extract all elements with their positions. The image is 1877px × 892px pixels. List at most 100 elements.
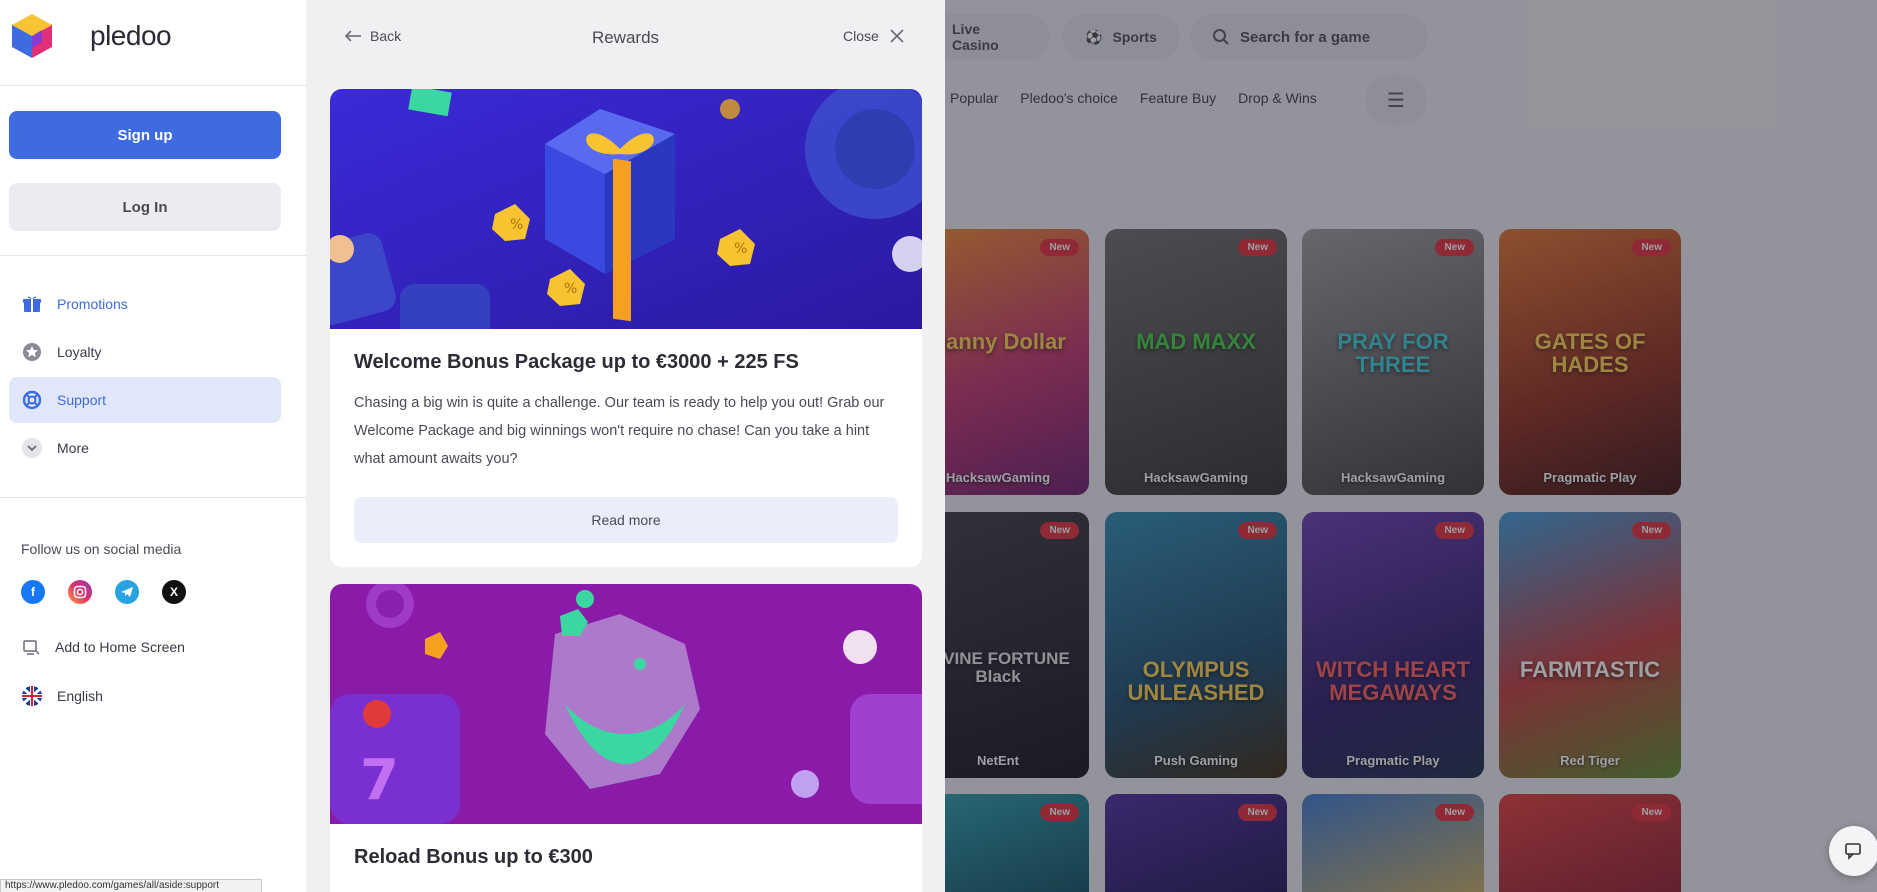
sidebar: pledoo Sign up Log In Promotions Loyalty… [0, 0, 306, 892]
facebook-icon[interactable]: f [21, 580, 45, 604]
game-provider: HacksawGaming [1340, 470, 1446, 485]
game-tile[interactable]: WITCH HEART MEGAWAYS New Pragmatic Play [1302, 512, 1484, 778]
new-badge: New [1632, 239, 1671, 256]
divider [0, 497, 306, 498]
sliders-icon: ☰ [1387, 89, 1405, 112]
rewards-panel: Back Rewards Close % % % Welcome Bonus P… [306, 0, 945, 892]
sports-label: Sports [1112, 29, 1157, 45]
search-placeholder: Search for a game [1240, 28, 1371, 46]
search-icon [1213, 29, 1229, 45]
game-provider: Pragmatic Play [1543, 470, 1637, 485]
new-badge: New [1238, 239, 1277, 256]
new-badge: New [1632, 804, 1671, 821]
add-to-home-screen-button[interactable]: Add to Home Screen [21, 637, 185, 657]
svg-text:7: 7 [360, 748, 399, 813]
game-tile[interactable]: FARMTASTIC New Red Tiger [1499, 512, 1681, 778]
chat-button[interactable] [1829, 826, 1877, 876]
svg-text:%: % [564, 281, 577, 297]
game-title: PRAY FOR THREE [1337, 329, 1449, 378]
new-badge: New [1435, 239, 1474, 256]
read-more-button[interactable]: Read more [354, 497, 898, 543]
game-provider: Red Tiger [1560, 753, 1620, 768]
game-tile[interactable]: PRAY FOR THREE New HacksawGaming [1302, 229, 1484, 495]
new-badge: New [1040, 522, 1079, 539]
new-badge: New [1238, 522, 1277, 539]
telegram-icon[interactable] [115, 580, 139, 604]
chevron-down-icon [21, 437, 43, 459]
category-drop-wins[interactable]: Drop & Wins [1238, 90, 1317, 106]
lifebuoy-icon [21, 389, 43, 411]
game-provider: Push Gaming [1154, 753, 1238, 768]
game-tile[interactable]: New [1105, 794, 1287, 892]
game-title: GATES OF HADES [1534, 329, 1646, 378]
category-popular[interactable]: Popular [950, 90, 998, 106]
status-bar-url: https://www.pledoo.com/games/all/aside:s… [0, 879, 262, 892]
game-title: MAD MAXX [1136, 329, 1256, 355]
promotion-title: Reload Bonus up to €300 [354, 846, 593, 868]
filter-button[interactable]: ☰ [1365, 75, 1427, 125]
new-badge: New [1435, 522, 1474, 539]
new-badge: New [1238, 804, 1277, 821]
gift-icon [21, 293, 43, 315]
live-casino-tab[interactable]: Live Casino [930, 14, 1050, 60]
category-row: Popular Pledoo's choice Feature Buy Drop… [950, 90, 1317, 106]
close-icon [890, 29, 904, 43]
soccer-ball-icon: ⚽ [1085, 28, 1103, 45]
svg-text:%: % [510, 217, 523, 233]
category-pledoos-choice[interactable]: Pledoo's choice [1020, 90, 1118, 106]
sports-tab[interactable]: ⚽ Sports [1062, 14, 1180, 60]
game-tile[interactable]: New [1302, 794, 1484, 892]
promotion-description: Chasing a big win is quite a challenge. … [354, 395, 885, 467]
add-to-home-label: Add to Home Screen [55, 639, 185, 655]
language-selector[interactable]: English [21, 685, 103, 707]
new-badge: New [1632, 522, 1671, 539]
social-heading: Follow us on social media [21, 541, 182, 557]
sidebar-item-label: Promotions [57, 296, 128, 312]
sidebar-item-label: Loyalty [57, 344, 102, 360]
game-title: OLYMPUS UNLEASHED [1127, 657, 1265, 706]
close-label: Close [843, 28, 879, 44]
promotion-banner-image: % % % [330, 89, 922, 329]
game-title: WITCH HEART MEGAWAYS [1316, 657, 1470, 706]
promotion-banner-image: 7 [330, 584, 922, 824]
sidebar-item-more[interactable]: More [9, 425, 281, 471]
star-icon [21, 341, 43, 363]
sidebar-item-promotions[interactable]: Promotions [9, 281, 281, 327]
sidebar-item-support[interactable]: Support [9, 377, 281, 423]
game-title: FARMTASTIC [1519, 657, 1661, 683]
x-icon[interactable]: X [162, 580, 186, 604]
game-provider: HacksawGaming [1143, 470, 1249, 485]
divider [0, 255, 306, 256]
social-links: f X [21, 580, 186, 604]
sidebar-item-label: Support [57, 392, 107, 408]
language-label: English [57, 688, 103, 704]
divider [0, 85, 306, 86]
chat-icon [1845, 843, 1861, 860]
game-tile[interactable]: GATES OF HADES New Pragmatic Play [1499, 229, 1681, 495]
close-button[interactable]: Close [843, 28, 905, 44]
category-feature-buy[interactable]: Feature Buy [1140, 90, 1216, 106]
panel-header: Back Rewards Close [306, 0, 945, 76]
promotion-title: Welcome Bonus Package up to €3000 + 225 … [354, 351, 799, 373]
promotion-card: 7 Reload Bonus up to €300 [330, 584, 922, 892]
login-button[interactable]: Log In [9, 183, 281, 231]
new-badge: New [1435, 804, 1474, 821]
instagram-icon[interactable] [68, 580, 92, 604]
svg-text:%: % [734, 241, 747, 257]
game-search-input[interactable]: Search for a game [1190, 14, 1428, 60]
new-badge: New [1040, 804, 1079, 821]
new-badge: New [1040, 239, 1079, 256]
game-tile[interactable]: OLYMPUS UNLEASHED New Push Gaming [1105, 512, 1287, 778]
logo-text: pledoo [90, 20, 172, 51]
game-tile[interactable]: MAD MAXX New HacksawGaming [1105, 229, 1287, 495]
live-casino-label: Live Casino [952, 21, 999, 53]
sidebar-item-loyalty[interactable]: Loyalty [9, 329, 281, 375]
game-tile[interactable]: New [1499, 794, 1681, 892]
add-to-home-icon [23, 640, 40, 655]
promotion-card: % % % Welcome Bonus Package up to €3000 … [330, 89, 922, 567]
game-provider: Pragmatic Play [1346, 753, 1440, 768]
signup-button[interactable]: Sign up [9, 111, 281, 159]
uk-flag-icon [22, 686, 42, 706]
logo[interactable]: pledoo [10, 12, 172, 60]
sidebar-item-label: More [57, 440, 89, 456]
